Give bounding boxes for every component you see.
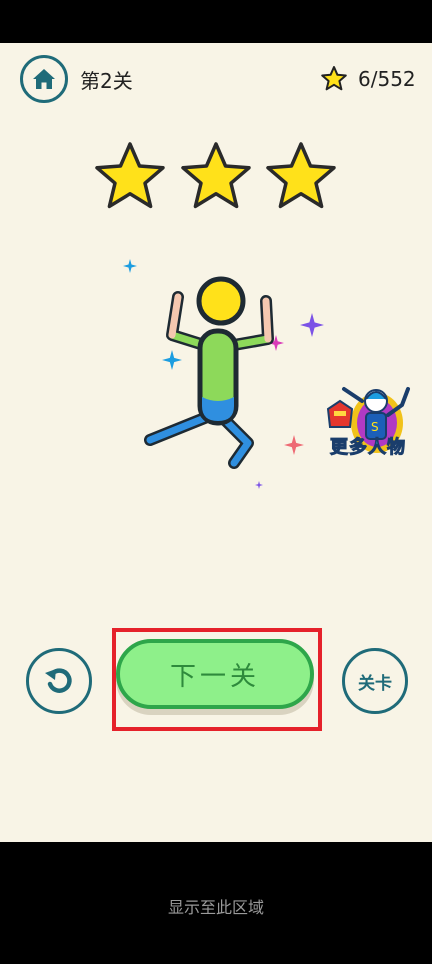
earned-star-icon (181, 142, 251, 209)
sparkle-icon (255, 481, 263, 489)
stick-figure-character (144, 276, 274, 469)
top-black-bar (0, 0, 432, 43)
star-icon (321, 66, 347, 91)
earned-star-icon (95, 142, 165, 209)
next-level-button[interactable]: 下一关 (116, 639, 314, 709)
level-title: 第2关 (80, 69, 133, 93)
levels-button[interactable]: 关卡 (342, 648, 408, 714)
home-icon (33, 69, 55, 89)
svg-text:S: S (371, 420, 379, 434)
home-button[interactable] (20, 55, 68, 103)
earned-star-icon (266, 142, 336, 209)
undo-icon (45, 668, 72, 693)
star-count: 6/552 (358, 67, 416, 91)
more-characters-label[interactable]: 更多人物 (330, 433, 406, 459)
sparkle-icon (300, 313, 324, 337)
sparkle-icon (123, 259, 137, 273)
game-screen: 第2关 6/552 S 更多人物 下一关 关卡 (0, 43, 432, 842)
display-area-text: 显示至此区域 (167, 898, 264, 917)
bottom-black-bar: 显示至此区域 (0, 842, 432, 964)
retry-button[interactable] (26, 648, 92, 714)
